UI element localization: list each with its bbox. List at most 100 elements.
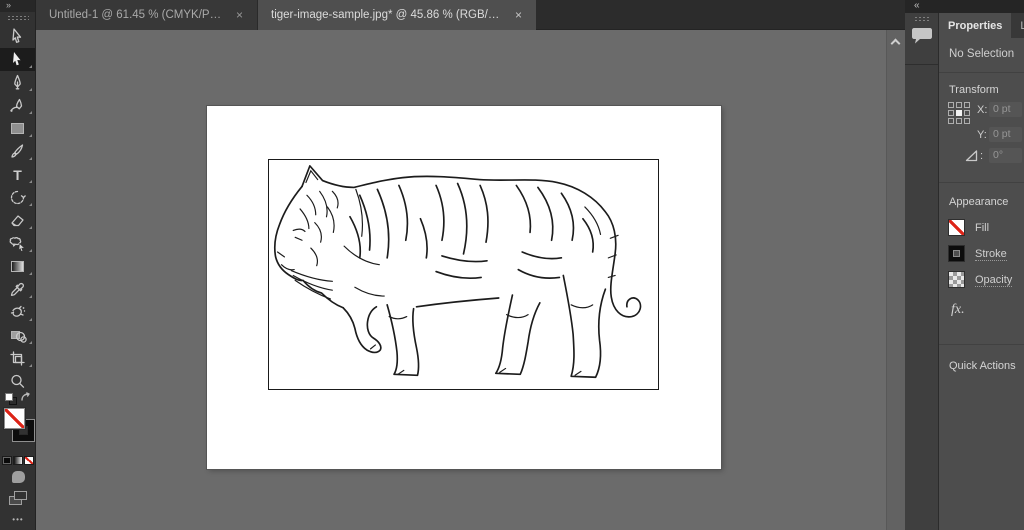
angle-colon: :: [980, 150, 984, 162]
gradient-icon: [11, 261, 24, 272]
toolbar-drag-handle[interactable]: [6, 15, 29, 21]
vertical-scrollbar[interactable]: [886, 30, 905, 530]
artboard-icon: [10, 351, 25, 366]
stroke-link[interactable]: Stroke: [975, 248, 1007, 261]
fill-color-swatch[interactable]: [3, 407, 26, 430]
opacity-link[interactable]: Opacity: [975, 274, 1013, 287]
close-icon[interactable]: ×: [513, 8, 524, 22]
y-label: Y:: [977, 129, 987, 141]
selection-arrow-icon: [12, 28, 22, 43]
double-chevron-left-icon: «: [914, 0, 920, 11]
paintbrush-tool[interactable]: [0, 140, 35, 163]
shaper-tool[interactable]: [0, 232, 35, 255]
document-tab-bar: Untitled-1 @ 61.45 % (CMYK/Preview) × ti…: [36, 0, 905, 30]
curvature-tool[interactable]: [0, 94, 35, 117]
tool-flyout-corner: [29, 249, 32, 252]
document-tab-tiger[interactable]: tiger-image-sample.jpg* @ 45.86 % (RGB/P…: [258, 0, 536, 30]
pen-tool[interactable]: [0, 71, 35, 94]
properties-body: No Selection Transform X: 0 pt Y: 0 pt :…: [939, 38, 1024, 530]
artboard[interactable]: [207, 106, 721, 469]
effects-button[interactable]: fx.: [951, 302, 965, 318]
eraser-tool[interactable]: [0, 209, 35, 232]
reference-point-grid[interactable]: [948, 102, 972, 126]
screen-mode-button[interactable]: [9, 491, 27, 505]
collapse-panels-button[interactable]: «: [905, 0, 1024, 13]
toolbar-expand-button[interactable]: »: [0, 0, 35, 12]
tool-flyout-corner: [29, 157, 32, 160]
fill-label: Fill: [975, 222, 990, 234]
none-mode-button[interactable]: [24, 456, 34, 465]
appearance-stroke-swatch[interactable]: [948, 245, 965, 262]
drawing-mode-button[interactable]: [11, 471, 25, 483]
tool-flyout-corner: [29, 88, 32, 91]
tool-flyout-corner: [29, 65, 32, 68]
toolbar-color-controls: •••: [0, 392, 36, 530]
appearance-opacity-swatch[interactable]: [948, 271, 965, 288]
double-chevron-right-icon: »: [6, 0, 13, 10]
tab-layers[interactable]: Lay: [1011, 13, 1024, 38]
y-input[interactable]: 0 pt: [989, 127, 1022, 142]
rotate-tool[interactable]: [0, 186, 35, 209]
illustrator-window: » T ••• Untitled-1 @ 61.45 % (CMYK/Prev …: [0, 0, 1024, 530]
properties-panel: Properties Lay No Selection Transform X:…: [939, 13, 1024, 530]
panel-icon-column: [905, 13, 939, 530]
divider: [939, 72, 1024, 73]
tool-flyout-corner: [29, 295, 32, 298]
eraser-icon: [11, 215, 24, 227]
shape-builder-tool[interactable]: [0, 324, 35, 347]
document-tab-untitled[interactable]: Untitled-1 @ 61.45 % (CMYK/Preview) ×: [36, 0, 258, 30]
gradient-mode-button[interactable]: [13, 456, 23, 465]
tool-flyout-corner: [29, 180, 32, 183]
swap-fill-stroke-button[interactable]: [20, 392, 32, 403]
spray-icon: [10, 305, 25, 317]
tool-flyout-corner: [29, 272, 32, 275]
tool-flyout-corner: [29, 134, 32, 137]
rotate-icon: [10, 190, 26, 205]
rotation-angle-icon: [965, 150, 978, 162]
eyedropper-tool[interactable]: [0, 278, 35, 301]
default-fill-stroke-button[interactable]: [5, 393, 17, 405]
gradient-tool[interactable]: [0, 255, 35, 278]
panel-drag-handle[interactable]: [913, 16, 930, 21]
x-input[interactable]: 0 pt: [989, 102, 1022, 117]
direct-selection-tool[interactable]: [0, 48, 35, 71]
pen-nib-icon: [14, 74, 21, 90]
ellipsis-icon: •••: [12, 515, 24, 524]
right-panel-dock: « Properties Lay No Selection Transform: [905, 0, 1024, 530]
scroll-up-arrow-icon[interactable]: [890, 38, 901, 49]
document-tab-title: tiger-image-sample.jpg* @ 45.86 % (RGB/P…: [271, 9, 503, 21]
rectangle-tool[interactable]: [0, 117, 35, 140]
panel-tab-bar: Properties Lay: [939, 13, 1024, 38]
transform-section-title: Transform: [949, 84, 999, 96]
rectangle-icon: [11, 123, 24, 134]
divider: [939, 344, 1024, 345]
tab-properties[interactable]: Properties: [939, 13, 1012, 38]
x-label: X:: [977, 104, 988, 116]
selection-status: No Selection: [949, 48, 1015, 60]
canvas-area[interactable]: [36, 30, 886, 530]
selection-tool[interactable]: [0, 25, 35, 48]
artboard-tool[interactable]: [0, 347, 35, 370]
tool-flyout-corner: [29, 111, 32, 114]
toolbar: » T •••: [0, 0, 36, 530]
appearance-section-title: Appearance: [949, 196, 1009, 208]
tool-flyout-corner: [29, 364, 32, 367]
symbol-sprayer-tool[interactable]: [0, 301, 35, 324]
curvature-pen-icon: [10, 98, 23, 112]
paintbrush-icon: [11, 144, 24, 158]
tool-list: T: [0, 25, 35, 393]
direct-selection-arrow-icon: [13, 52, 21, 66]
edit-toolbar-button[interactable]: •••: [0, 515, 36, 530]
tool-flyout-corner: [29, 226, 32, 229]
type-tool[interactable]: T: [0, 163, 35, 186]
color-mode-button[interactable]: [2, 456, 12, 465]
close-icon[interactable]: ×: [234, 8, 245, 22]
comment-panel-header: [905, 16, 938, 65]
zoom-tool[interactable]: [0, 370, 35, 393]
comment-bubble-icon[interactable]: [911, 26, 933, 46]
quick-actions-section-title: Quick Actions: [949, 360, 1016, 372]
rotation-input[interactable]: 0°: [989, 148, 1022, 163]
type-tool-icon: T: [13, 166, 22, 183]
eyedropper-icon: [10, 282, 25, 296]
appearance-fill-swatch[interactable]: [948, 219, 965, 236]
